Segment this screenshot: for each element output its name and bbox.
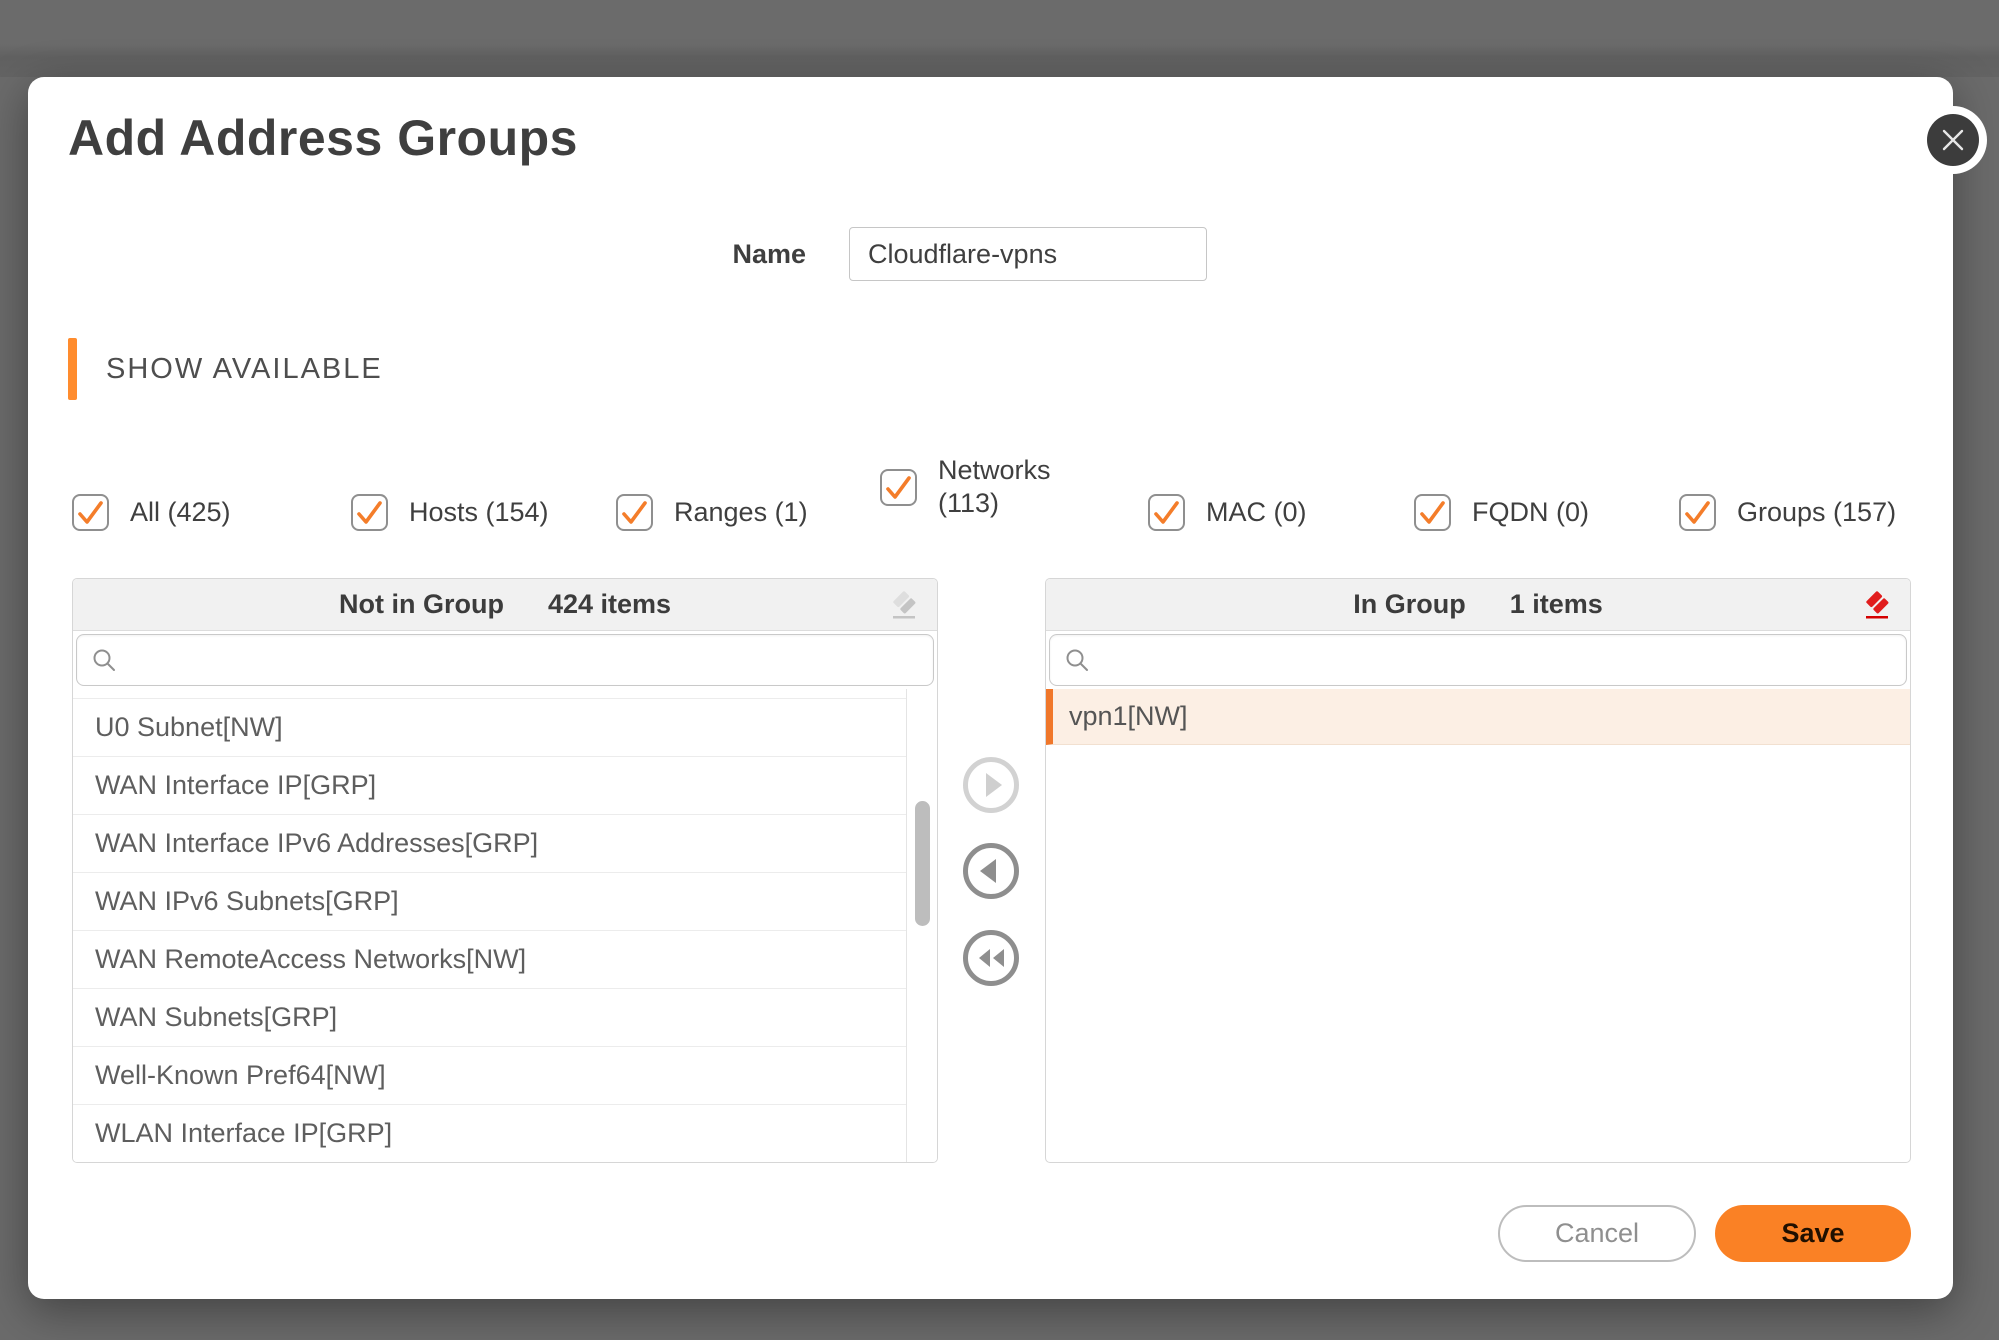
checkbox-checked-icon[interactable]: [1414, 494, 1451, 531]
filter-label: Networks (113): [938, 454, 1051, 520]
search-icon: [91, 647, 118, 674]
page-title: Add Address Groups: [68, 109, 578, 167]
eraser-icon-red[interactable]: [1860, 588, 1894, 624]
filter-label: MAC (0): [1206, 497, 1307, 528]
in-group-panel: In Group 1 items vpn1[NW]: [1045, 578, 1911, 1163]
in-group-search[interactable]: [1049, 634, 1907, 686]
not-in-group-list[interactable]: U0 Subnet[NW] WAN Interface IP[GRP] WAN …: [73, 689, 937, 1162]
not-in-group-header: Not in Group 424 items: [73, 579, 937, 631]
checkbox-checked-icon[interactable]: [72, 494, 109, 531]
search-input[interactable]: [1101, 635, 1892, 685]
list-item[interactable]: WAN Interface IP[GRP]: [73, 757, 906, 815]
scrollbar-track[interactable]: [906, 689, 937, 1162]
checkbox-checked-icon[interactable]: [1148, 494, 1185, 531]
filter-label: FQDN (0): [1472, 497, 1589, 528]
panel-title: In Group: [1353, 589, 1465, 620]
close-button[interactable]: [1919, 106, 1987, 174]
move-all-left-button[interactable]: [962, 929, 1020, 987]
filter-label: Groups (157): [1737, 497, 1896, 528]
move-right-button[interactable]: [962, 756, 1020, 814]
filter-checkbox-all[interactable]: All (425): [72, 493, 231, 531]
scrollbar-thumb[interactable]: [915, 801, 930, 926]
section-accent-bar: [68, 338, 77, 400]
list-item[interactable]: WAN Interface IPv6 Addresses[GRP]: [73, 815, 906, 873]
list-item[interactable]: Well-Known Pref64[NW]: [73, 1047, 906, 1105]
filter-checkbox-mac[interactable]: MAC (0): [1148, 493, 1307, 531]
arrow-right-circle-icon: [962, 756, 1020, 814]
checkbox-checked-icon[interactable]: [1679, 494, 1716, 531]
cancel-button[interactable]: Cancel: [1498, 1205, 1696, 1262]
save-button[interactable]: Save: [1715, 1205, 1911, 1262]
filter-checkbox-networks[interactable]: Networks (113): [880, 449, 1051, 525]
list-item[interactable]: U0 Subnet[NW]: [73, 699, 906, 757]
background-seam: [0, 44, 1999, 77]
filter-label: Hosts (154): [409, 497, 549, 528]
search-input[interactable]: [128, 635, 919, 685]
name-input[interactable]: [849, 227, 1207, 281]
filter-checkbox-ranges[interactable]: Ranges (1): [616, 493, 808, 531]
close-icon: [1927, 114, 1979, 166]
list-item[interactable]: WLAN Interface IP[GRP]: [73, 1105, 906, 1162]
checkbox-checked-icon[interactable]: [351, 494, 388, 531]
list-item-partial: [73, 689, 906, 699]
search-icon: [1064, 647, 1091, 674]
section-heading: SHOW AVAILABLE: [106, 353, 383, 386]
add-address-groups-dialog: Add Address Groups Name SHOW AVAILABLE A…: [28, 77, 1953, 1299]
list-item-selected[interactable]: vpn1[NW]: [1046, 689, 1910, 745]
move-left-button[interactable]: [962, 842, 1020, 900]
panel-title: Not in Group: [339, 589, 504, 620]
panel-item-count: 1 items: [1510, 589, 1603, 620]
filter-label: Ranges (1): [674, 497, 808, 528]
panel-item-count: 424 items: [548, 589, 671, 620]
in-group-header: In Group 1 items: [1046, 579, 1910, 631]
name-label: Name: [628, 239, 806, 270]
filter-checkbox-groups[interactable]: Groups (157): [1679, 493, 1896, 531]
filter-checkbox-fqdn[interactable]: FQDN (0): [1414, 493, 1589, 531]
list-item[interactable]: WAN IPv6 Subnets[GRP]: [73, 873, 906, 931]
not-in-group-panel: Not in Group 424 items: [72, 578, 938, 1163]
arrow-left-circle-icon: [962, 842, 1020, 900]
eraser-icon[interactable]: [887, 588, 921, 624]
filter-label: All (425): [130, 497, 231, 528]
double-arrow-left-circle-icon: [962, 929, 1020, 987]
checkbox-checked-icon[interactable]: [616, 494, 653, 531]
checkbox-checked-icon[interactable]: [880, 469, 917, 506]
in-group-list[interactable]: vpn1[NW]: [1046, 689, 1910, 1162]
list-item[interactable]: WAN RemoteAccess Networks[NW]: [73, 931, 906, 989]
not-in-group-search[interactable]: [76, 634, 934, 686]
filter-checkbox-hosts[interactable]: Hosts (154): [351, 493, 549, 531]
list-item[interactable]: WAN Subnets[GRP]: [73, 989, 906, 1047]
